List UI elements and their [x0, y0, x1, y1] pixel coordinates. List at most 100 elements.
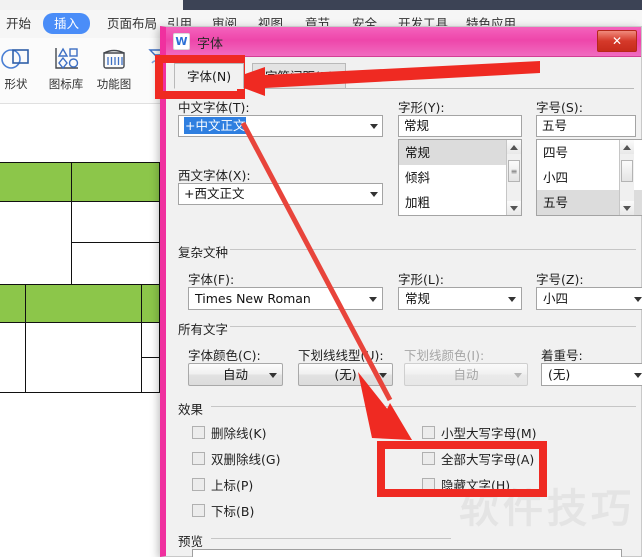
dialog-title: 字体 — [197, 37, 224, 52]
western-font-value: +西文正文 — [184, 186, 245, 201]
icon-library-icon — [40, 42, 92, 76]
group-divider — [211, 538, 451, 539]
table-cell[interactable] — [0, 322, 26, 393]
cs-size-value: 小四 — [543, 291, 569, 306]
group-label-complex-script: 复杂文种 — [178, 245, 229, 260]
label-font-size: 字号(S): — [536, 100, 583, 115]
checkbox-row-small-caps[interactable]: 小型大写字母(M) — [422, 423, 537, 441]
font-size-value-field[interactable]: 五号 — [536, 115, 636, 137]
ribbon-tab-start[interactable]: 开始 — [6, 14, 31, 34]
cs-font-combo[interactable]: Times New Roman — [188, 287, 383, 310]
font-color-value: 自动 — [222, 367, 248, 382]
table-cell[interactable] — [141, 322, 160, 358]
close-icon[interactable]: ✕ — [597, 30, 637, 52]
ribbon-label-shapes: 形状 — [4, 77, 28, 91]
scrollbar-thumb[interactable] — [621, 160, 633, 182]
western-font-combo[interactable]: +西文正文 — [178, 183, 383, 205]
group-label-preview: 预览 — [178, 534, 204, 549]
list-item[interactable]: 倾斜 — [399, 165, 521, 190]
chevron-down-icon — [369, 297, 377, 302]
ribbon-group-shapes[interactable]: 形状 — [0, 42, 42, 92]
checkbox-label: 删除线(K) — [211, 425, 267, 441]
label-font-style: 字形(Y): — [398, 100, 445, 115]
checkbox-row-superscript[interactable]: 上标(P) — [192, 475, 253, 493]
ribbon-label-icon-library: 图标库 — [48, 77, 84, 91]
chinese-font-value: +中文正文 — [184, 117, 247, 134]
chevron-down-icon — [269, 373, 277, 378]
emphasis-mark-combo[interactable]: (无) — [541, 363, 642, 386]
font-size-listbox[interactable]: 四号 小四 五号 — [536, 139, 642, 216]
chevron-down-icon — [508, 297, 516, 302]
chinese-font-combo[interactable]: +中文正文 — [178, 115, 383, 137]
ribbon-tab-layout[interactable]: 页面布局 — [107, 14, 157, 34]
ribbon-group-icon-library[interactable]: 图标库 — [40, 42, 92, 92]
checkbox-label: 双删除线(G) — [211, 451, 281, 467]
underline-color-value: 自动 — [453, 367, 479, 382]
scroll-down-icon[interactable] — [507, 201, 521, 215]
shapes-icon — [0, 42, 42, 76]
checkbox-icon[interactable] — [422, 425, 435, 439]
tab-character-spacing[interactable]: 字符间距(R) — [252, 63, 347, 89]
font-style-listbox[interactable]: 常规 倾斜 加粗 ≡ — [398, 139, 522, 216]
label-chinese-font: 中文字体(T): — [178, 100, 250, 115]
titlebar-left-strip — [0, 0, 183, 10]
checkbox-label: 小型大写字母(M) — [441, 425, 537, 441]
screenshot-root: 开始 插入 页面布局 引用 审阅 视图 章节 安全 开发工具 特色应用 形状 图… — [0, 0, 642, 557]
table-cell[interactable] — [141, 357, 160, 393]
preview-box — [192, 549, 622, 557]
cs-size-combo[interactable]: 小四 — [536, 287, 642, 310]
underline-style-combo[interactable]: (无) — [298, 363, 393, 386]
label-cs-font: 字体(F): — [188, 272, 235, 287]
checkbox-row-strikethrough[interactable]: 删除线(K) — [192, 423, 266, 441]
font-color-combo[interactable]: 自动 — [188, 363, 283, 386]
label-font-color: 字体颜色(C): — [188, 348, 261, 363]
scroll-up-icon[interactable] — [620, 140, 634, 154]
scrollbar-thumb[interactable]: ≡ — [508, 160, 520, 182]
tab-font[interactable]: 字体(N) — [174, 63, 245, 89]
document-page[interactable] — [0, 105, 160, 557]
checkbox-row-double-strikethrough[interactable]: 双删除线(G) — [192, 449, 280, 467]
checkbox-icon[interactable] — [192, 451, 205, 465]
list-item[interactable]: 加粗 — [399, 190, 521, 215]
checkbox-icon[interactable] — [192, 425, 205, 439]
label-emphasis-mark: 着重号: — [541, 348, 583, 363]
wps-writer-icon: W — [173, 33, 190, 50]
chevron-down-icon — [634, 373, 642, 378]
list-item[interactable]: 常规 — [399, 140, 521, 165]
dialog-titlebar[interactable]: W 字体 ✕ — [166, 27, 641, 57]
group-divider — [230, 326, 636, 327]
table-cell-green[interactable] — [71, 162, 160, 202]
emphasis-mark-value: (无) — [548, 367, 571, 382]
cs-font-value: Times New Roman — [195, 291, 311, 306]
checkbox-icon[interactable] — [192, 503, 205, 517]
scroll-up-icon[interactable] — [507, 140, 521, 154]
label-western-font: 西文字体(X): — [178, 168, 251, 183]
label-cs-style: 字形(L): — [398, 272, 444, 287]
table-cell-green[interactable] — [141, 284, 160, 323]
label-underline-color: 下划线颜色(I): — [404, 348, 485, 363]
ribbon-tab-insert[interactable]: 插入 — [43, 13, 91, 34]
table-cell-green[interactable] — [0, 162, 72, 202]
checkbox-icon[interactable] — [192, 477, 205, 491]
table-cell[interactable] — [0, 201, 72, 285]
chevron-down-icon — [514, 373, 522, 378]
table-cell[interactable] — [71, 201, 160, 243]
chevron-down-icon — [370, 124, 378, 129]
table-cell[interactable] — [25, 322, 142, 393]
checkbox-label: 上标(P) — [211, 477, 254, 493]
group-divider — [230, 249, 636, 250]
underline-color-combo: 自动 — [404, 363, 528, 386]
scrollbar[interactable]: ≡ — [506, 140, 521, 215]
label-underline-style: 下划线线型(U): — [298, 348, 384, 363]
table-cell[interactable] — [71, 242, 160, 285]
checkbox-row-subscript[interactable]: 下标(B) — [192, 501, 254, 519]
cs-style-combo[interactable]: 常规 — [398, 287, 522, 310]
titlebar-dark-strip — [183, 0, 642, 10]
dialog-tabstrip: 字体(N) 字符间距(R) — [174, 63, 634, 89]
font-style-value-field[interactable]: 常规 — [398, 115, 522, 137]
scroll-down-icon[interactable] — [620, 201, 634, 215]
group-label-all-text: 所有文字 — [178, 322, 229, 337]
table-cell-green[interactable] — [0, 284, 26, 323]
scrollbar[interactable] — [619, 140, 634, 215]
table-cell-green[interactable] — [25, 284, 142, 323]
